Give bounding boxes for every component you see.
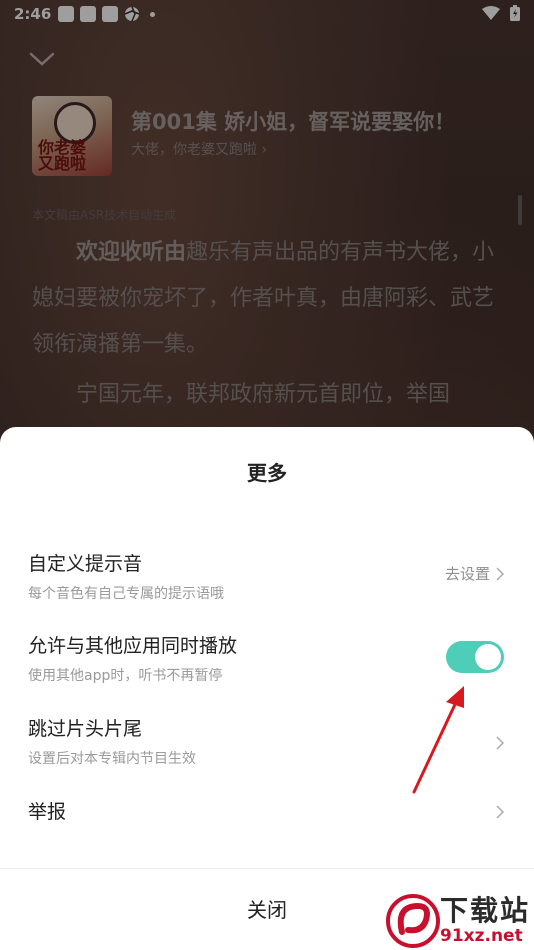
row-label: 允许与其他应用同时播放 bbox=[28, 635, 238, 657]
divider bbox=[0, 868, 534, 869]
report-row[interactable]: 举报 bbox=[0, 797, 534, 867]
row-label: 自定义提示音 bbox=[28, 553, 143, 575]
go-settings-label: 去设置 bbox=[444, 565, 490, 583]
chevron-right-icon bbox=[496, 805, 504, 819]
chevron-right-icon bbox=[496, 566, 504, 581]
watermark-title: 下载站 bbox=[439, 894, 530, 927]
annotation-arrow-icon bbox=[412, 686, 464, 794]
toggle-knob bbox=[475, 644, 501, 670]
chevron-right-icon bbox=[496, 736, 504, 750]
watermark-url: 91xz.net bbox=[439, 926, 523, 946]
custom-prompt-sound-row[interactable]: 自定义提示音 每个音色有自己专属的提示语哦 去设置 bbox=[0, 549, 534, 619]
row-desc: 使用其他app时，听书不再暂停 bbox=[28, 668, 223, 684]
sheet-title: 更多 bbox=[247, 461, 287, 485]
row-desc: 设置后对本专辑内节目生效 bbox=[28, 751, 196, 767]
watermark-logo-icon bbox=[385, 894, 440, 948]
simultaneous-playback-toggle[interactable] bbox=[446, 641, 504, 673]
row-label: 举报 bbox=[28, 801, 67, 823]
watermark: 下载站 91xz.net bbox=[385, 894, 530, 948]
row-label: 跳过片头片尾 bbox=[28, 718, 143, 740]
row-desc: 每个音色有自己专属的提示语哦 bbox=[28, 586, 224, 602]
go-settings-link[interactable]: 去设置 bbox=[445, 563, 504, 584]
